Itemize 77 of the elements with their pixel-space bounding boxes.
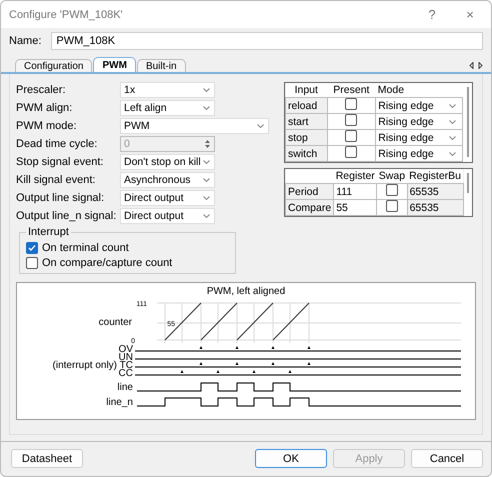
field-label: Output line signal: — [16, 192, 106, 204]
dropdown[interactable]: Direct output — [120, 190, 215, 206]
field-label: Output line_n signal: — [16, 210, 118, 222]
tab[interactable]: Built-in — [136, 59, 186, 72]
caret-icon — [203, 106, 210, 110]
caret-icon — [449, 136, 456, 140]
field-label: Dead time cycle: — [16, 138, 98, 150]
scrollbar[interactable] — [463, 83, 472, 162]
caret-icon — [203, 178, 210, 182]
name-label: Name: — [9, 35, 42, 47]
name-input-field[interactable]: PWM_108K — [51, 32, 483, 50]
caret-icon — [449, 152, 456, 156]
dropdown[interactable]: Asynchronous — [120, 172, 215, 188]
column-header: Input — [286, 83, 327, 98]
tab[interactable]: Configuration — [15, 59, 92, 72]
counter-label: counter — [98, 317, 132, 328]
window-title: Configure 'PWM_108K' — [9, 8, 124, 20]
table-cell[interactable]: 55 — [334, 200, 377, 216]
column-header: Swap — [376, 169, 408, 184]
column-header: Mode — [376, 83, 462, 98]
checkbox[interactable] — [345, 146, 358, 158]
caret-icon — [203, 214, 210, 218]
dropdown-cell[interactable]: Rising edge — [376, 114, 462, 130]
checkbox-option[interactable]: On terminal count — [26, 242, 231, 254]
checkbox[interactable] — [26, 257, 38, 269]
checkbox[interactable] — [386, 184, 398, 196]
field-label: Kill signal event: — [16, 174, 96, 186]
scrollbar[interactable] — [464, 169, 472, 216]
dropdown[interactable]: Don't stop on kill — [120, 154, 215, 170]
table-cell: 65535 — [407, 184, 464, 200]
caret-icon — [203, 160, 210, 164]
checkbox[interactable] — [386, 200, 398, 212]
dropdown[interactable]: 1x — [120, 82, 215, 98]
dropdown[interactable]: Direct output — [120, 208, 215, 224]
table-cell: switch — [286, 146, 327, 162]
field-label: Stop signal event: — [16, 156, 104, 168]
table-cell: Period — [286, 184, 334, 200]
dropdown-cell[interactable]: Rising edge — [376, 130, 462, 146]
caret-icon — [203, 88, 210, 92]
dropdown[interactable]: Left align — [120, 100, 215, 116]
signal-label: line — [117, 382, 133, 393]
group-title: Interrupt — [26, 226, 71, 238]
checkbox[interactable] — [26, 242, 38, 254]
dropdown[interactable]: PWM — [120, 118, 269, 134]
table-cell: Compare — [286, 200, 334, 216]
tab[interactable]: PWM — [93, 57, 136, 72]
close-button[interactable]: × — [455, 7, 485, 22]
table-cell: reload — [286, 98, 327, 114]
column-header: Register — [334, 169, 377, 184]
dropdown-cell[interactable]: Rising edge — [376, 98, 462, 114]
table-cell: stop — [286, 130, 327, 146]
checkbox[interactable] — [345, 98, 358, 110]
field-label: PWM mode: — [16, 120, 78, 132]
caret-icon — [449, 120, 456, 124]
event-label: CC — [118, 368, 133, 379]
checkbox[interactable] — [345, 130, 358, 142]
table-cell: start — [286, 114, 327, 130]
column-header: Present — [327, 83, 376, 98]
dialog-button[interactable]: Datasheet — [11, 449, 83, 468]
diagram-title: PWM, left aligned — [206, 286, 286, 297]
field-label: PWM align: — [16, 102, 74, 114]
signal-label: line_n — [106, 397, 133, 408]
caret-icon — [203, 196, 210, 200]
interrupt-note: (interrupt only) — [52, 360, 117, 371]
field-label: Prescaler: — [16, 84, 67, 96]
table-cell[interactable]: 111 — [334, 184, 377, 200]
checkbox-option[interactable]: On compare/capture count — [26, 257, 231, 269]
caret-icon — [257, 124, 264, 128]
dialog-button[interactable]: OK — [255, 449, 327, 468]
checkbox[interactable] — [345, 114, 358, 126]
help-button[interactable]: ? — [417, 7, 447, 22]
caret-icon — [449, 104, 456, 108]
table-cell: 65535 — [407, 200, 464, 216]
column-header: RegisterBu — [407, 169, 464, 184]
tab-scroll-arrows-icon[interactable] — [469, 62, 483, 69]
dialog-button[interactable]: Cancel — [411, 449, 483, 468]
dropdown-cell[interactable]: Rising edge — [376, 146, 462, 162]
